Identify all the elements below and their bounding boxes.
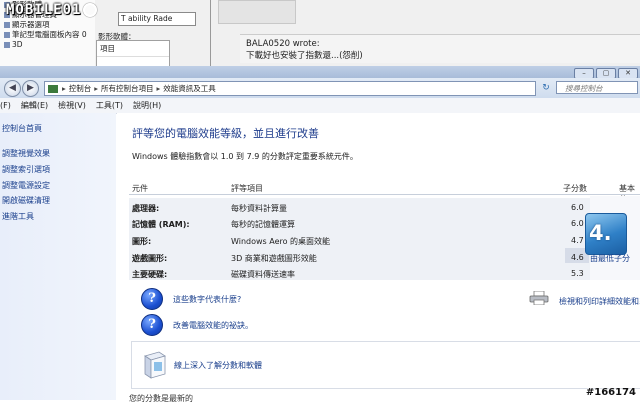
display-icon [4, 22, 10, 28]
breadcrumb-all-items[interactable]: 所有控制台項目 [101, 83, 154, 94]
3d-icon [4, 42, 10, 48]
header-subscore: 子分數 [563, 184, 587, 193]
laptop-icon [4, 32, 10, 38]
table-row: 圖形: Windows Aero 的桌面效能 4.7 [129, 232, 589, 248]
sidebar-item-disk-cleanup[interactable]: 開啟磁碟清理 [2, 195, 50, 206]
score-status-text: 您的分數是最新的 [129, 394, 193, 403]
main-content: 評等您的電腦效能等級，並且進行改善 Windows 體驗指數會以 1.0 到 7… [117, 113, 640, 403]
menu-help[interactable]: 說明(H) [133, 100, 161, 111]
background-window: 影形軟體 顯示器管理員 顯示器選項 筆記型電腦面板內容 0 3D T abili… [0, 0, 640, 66]
help-icon[interactable]: ? [141, 314, 163, 336]
learn-more-link[interactable]: 線上深入了解分數和軟體 [174, 360, 262, 371]
quote-author: BALA0520 wrote: [246, 39, 320, 49]
breadcrumb-performance[interactable]: 效能資訊及工具 [163, 83, 216, 94]
logo-text: MOBILE01 [6, 2, 82, 18]
performance-tips-link[interactable]: 改善電腦效能的祕訣。 [173, 320, 253, 331]
print-details-link[interactable]: 檢視和列印詳細效能和系統 [559, 296, 640, 307]
sidebar-item-indexing[interactable]: 調整索引選項 [2, 164, 50, 175]
component-label: 圖形: [132, 237, 152, 246]
what-numbers-mean-link[interactable]: 這些數字代表什麼? [173, 294, 241, 305]
table-row: 遊戲圖形: 3D 商業和遊戲圖形效能 4.6 [129, 249, 589, 265]
component-desc: Windows Aero 的桌面效能 [231, 237, 331, 246]
subscore-value: 5.3 [571, 269, 584, 278]
component-label: 記憶體 (RAM): [132, 220, 190, 229]
component-label: 遊戲圖形: [132, 254, 168, 263]
component-desc: 3D 商業和遊戲圖形效能 [231, 254, 317, 263]
search-input[interactable]: 搜尋控制台 [556, 81, 638, 94]
menu-tools[interactable]: 工具(T) [96, 100, 123, 111]
refresh-icon[interactable]: ↻ [540, 82, 552, 94]
header-divider [129, 194, 640, 195]
sidebar-item-visual-effects[interactable]: 調整視覺效果 [2, 148, 50, 159]
base-score-badge: 4. [585, 213, 627, 255]
table-row: 記憶體 (RAM): 每秒的記憶體運算 6.0 [129, 215, 589, 231]
chevron-right-icon: ▸ [94, 84, 99, 93]
background-divider [210, 0, 211, 66]
table-row: 處理器: 每秒資料計算量 6.0 [129, 199, 589, 215]
component-desc: 每秒的記憶體運算 [231, 220, 295, 229]
sidebar-item-control-panel-home[interactable]: 控制台首頁 [2, 123, 42, 134]
subscore-value: 6.0 [571, 203, 584, 212]
subscore-value: 4.7 [571, 236, 584, 245]
quote-text: 下載好也安裝了指數還...(怨削) [246, 51, 363, 61]
window-titlebar: – ▢ ✕ [0, 66, 640, 79]
background-group-item[interactable]: 項目 [97, 41, 169, 57]
printer-icon [529, 291, 549, 305]
learn-more-panel: 線上深入了解分數和軟體 [131, 341, 640, 389]
logo-circle-icon [83, 3, 98, 17]
breadcrumb-control-panel[interactable]: 控制台 [69, 83, 92, 94]
sidebar-item-advanced-tools[interactable]: 進階工具 [2, 211, 34, 222]
subscore-value: 4.6 [571, 253, 584, 262]
address-bar[interactable]: ▸ 控制台 ▸ 所有控制台項目 ▸ 效能資訊及工具 [44, 81, 536, 96]
back-button[interactable]: ◀ [4, 80, 21, 97]
subscore-value: 6.0 [571, 219, 584, 228]
base-score-value: 4. [589, 221, 612, 245]
control-panel-icon [48, 84, 58, 93]
component-desc: 磁碟資料傳送速率 [231, 270, 295, 279]
chevron-right-icon: ▸ [62, 84, 66, 93]
sidebar-item-power[interactable]: 調整電源設定 [2, 180, 50, 191]
page-title: 評等您的電腦效能等級，並且進行改善 [132, 127, 319, 140]
address-toolbar: ◀ ▶ ▸ 控制台 ▸ 所有控制台項目 ▸ 效能資訊及工具 ↻ 搜尋控制台 [0, 78, 640, 98]
background-group-box: 項目 [96, 40, 170, 66]
chevron-right-icon: ▸ [156, 84, 161, 93]
menu-bar: (F) 編輯(E) 檢視(V) 工具(T) 說明(H) [0, 98, 640, 114]
help-icon[interactable]: ? [141, 288, 163, 310]
component-label: 處理器: [132, 204, 160, 213]
background-combo[interactable]: T ability Rade [118, 12, 196, 26]
forum-quote: BALA0520 wrote: 下載好也安裝了指數還...(怨削) [240, 34, 640, 63]
menu-edit[interactable]: 編輯(E) [21, 100, 48, 111]
table-row: 主要硬碟: 磁碟資料傳送速率 5.3 [129, 265, 589, 281]
component-desc: 每秒資料計算量 [231, 204, 287, 213]
watermark-text: #166174 [585, 387, 636, 398]
background-list-item[interactable]: 筆記型電腦面板內容 0 [0, 30, 95, 40]
background-list-item[interactable]: 3D [0, 40, 95, 50]
menu-view[interactable]: 檢視(V) [58, 100, 86, 111]
header-item: 評等項目 [231, 184, 263, 193]
background-list-item[interactable]: 顯示器選項 [0, 20, 95, 30]
header-component: 元件 [132, 184, 148, 193]
forward-button[interactable]: ▶ [22, 80, 39, 97]
component-label: 主要硬碟: [132, 270, 168, 279]
sidebar: 控制台首頁 調整視覺效果 調整索引選項 調整電源設定 開啟磁碟清理 進階工具 [0, 113, 116, 400]
page-description: Windows 體驗指數會以 1.0 到 7.9 的分數評定重要系統元件。 [132, 152, 358, 161]
site-logo: MOBILE01 [6, 2, 98, 18]
background-panel [218, 0, 296, 24]
base-score-caption: 由最低子分 [590, 254, 630, 263]
software-box-icon [144, 351, 166, 379]
menu-file[interactable]: (F) [0, 101, 11, 110]
